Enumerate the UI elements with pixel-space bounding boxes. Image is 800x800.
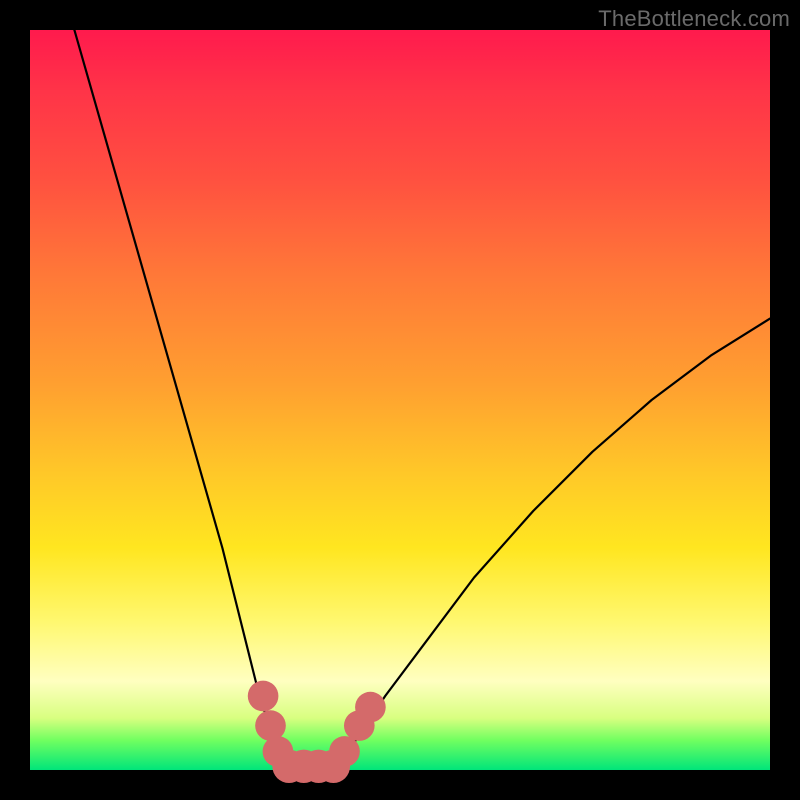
- curve-path: [74, 30, 770, 770]
- chart-plot-area: [30, 30, 770, 770]
- curve-marker: [329, 736, 360, 767]
- attribution-text: TheBottleneck.com: [598, 6, 790, 32]
- curve-marker: [355, 692, 386, 723]
- chart-frame: TheBottleneck.com: [0, 0, 800, 800]
- curve-markers: [248, 681, 386, 783]
- bottleneck-curve: [30, 30, 770, 770]
- curve-marker: [255, 710, 286, 741]
- curve-marker: [248, 681, 279, 712]
